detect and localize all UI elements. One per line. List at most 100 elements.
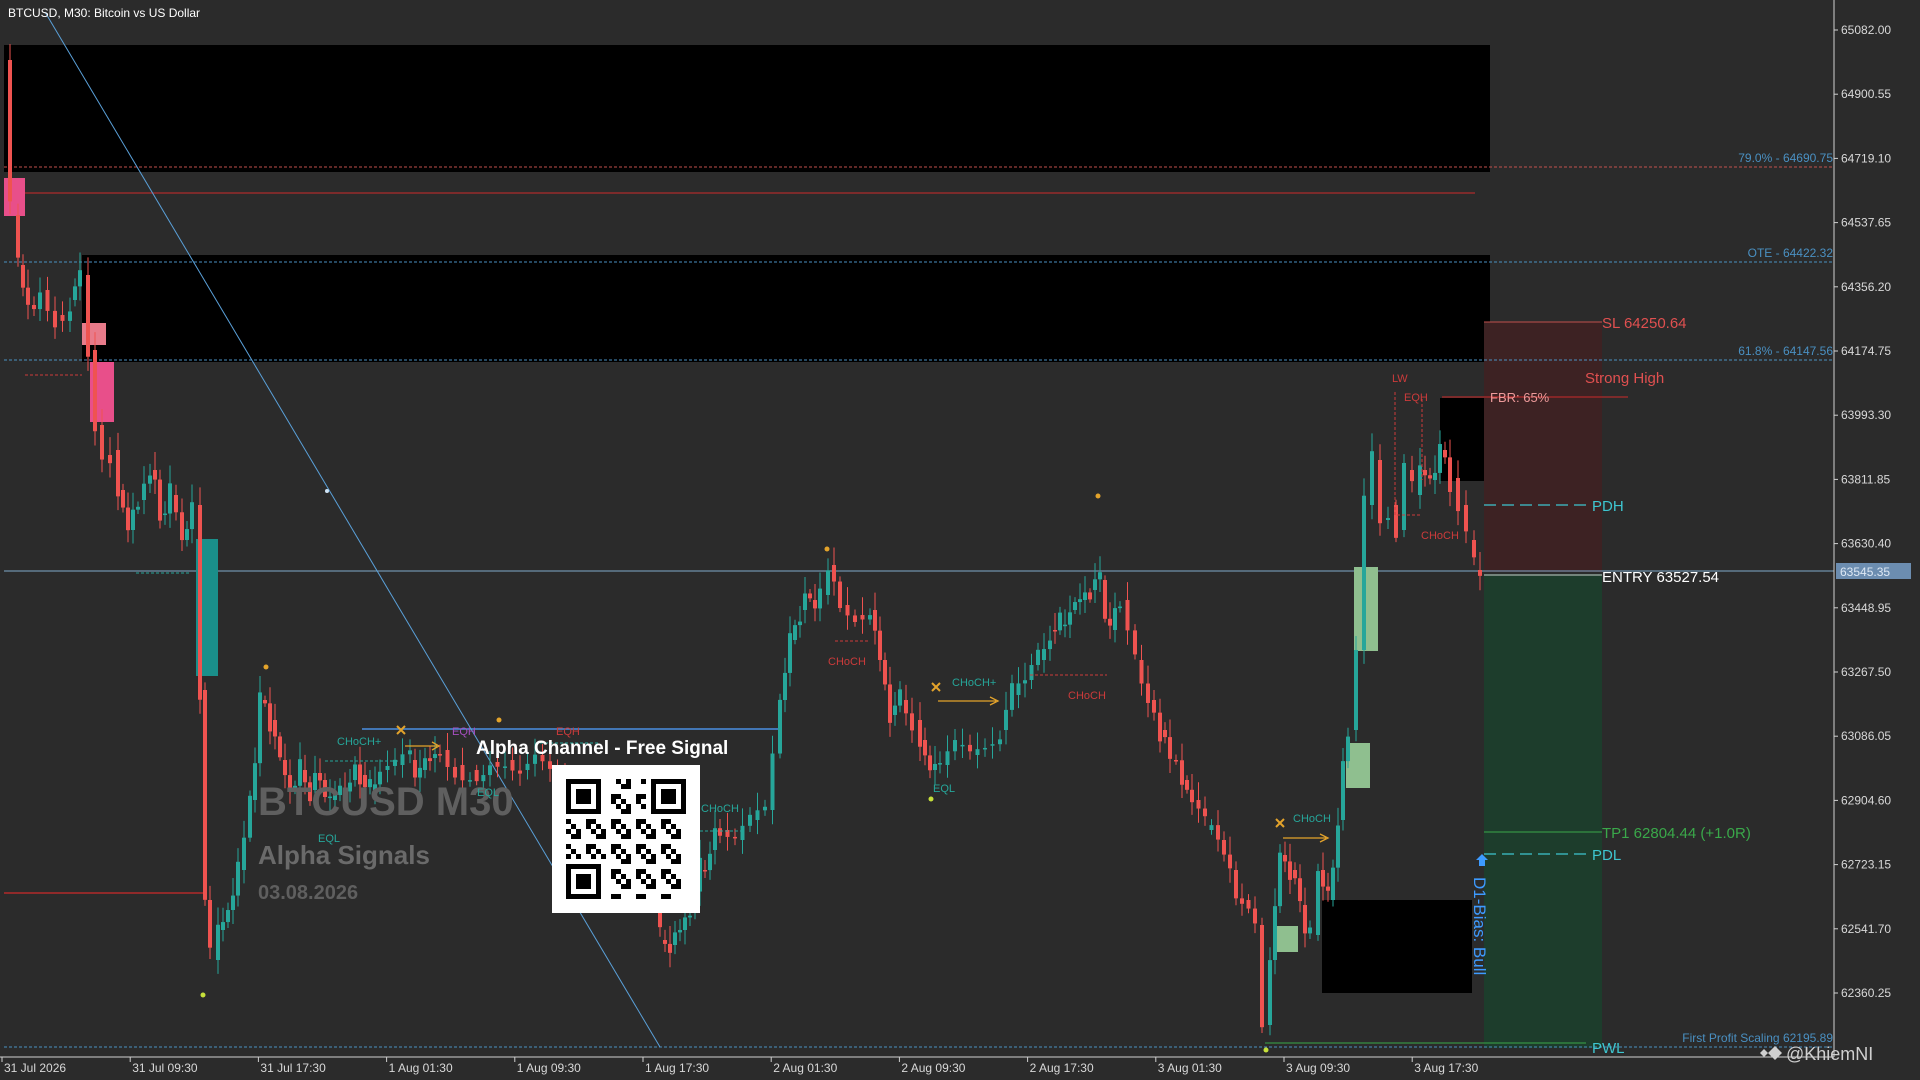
qr-module — [636, 819, 641, 824]
qr-module — [616, 819, 621, 824]
candle-body — [518, 770, 522, 774]
qr-module — [586, 844, 591, 849]
qr-module — [626, 859, 631, 864]
candle-body — [1410, 470, 1414, 482]
candle-body — [1004, 709, 1008, 730]
take-profit-zone — [1484, 574, 1602, 1048]
qr-module — [576, 834, 581, 839]
candle-body — [898, 689, 902, 706]
eql-label-3: EQL — [933, 783, 955, 795]
chart-title: BTCUSD, M30: Bitcoin vs US Dollar — [8, 6, 200, 20]
qr-module — [621, 849, 626, 854]
qr-module — [636, 799, 641, 804]
entry-label: ENTRY 63527.54 — [1602, 569, 1719, 586]
candle-body — [893, 705, 897, 715]
candle-body — [1042, 649, 1046, 660]
candle-body — [1185, 780, 1189, 790]
qr-module — [616, 794, 621, 799]
qr-module — [636, 844, 641, 849]
choch-label-4: CHoCH — [1293, 813, 1331, 825]
qr-module — [636, 894, 641, 899]
candle-body — [945, 751, 950, 765]
demand-zone-lower — [1322, 900, 1472, 993]
candle-body — [1125, 600, 1130, 631]
qr-module — [626, 804, 631, 809]
qr-module — [621, 784, 626, 789]
candle-body — [1058, 612, 1062, 631]
candle-body — [1316, 871, 1320, 935]
candle-body — [740, 825, 745, 840]
candle-body — [868, 615, 872, 620]
price-tick-label: 64356.20 — [1841, 280, 1891, 294]
candle-body — [1246, 900, 1251, 909]
candle-body — [60, 315, 65, 321]
candle-body — [1278, 852, 1282, 907]
price-tick-label: 63086.05 — [1841, 729, 1891, 743]
candle-body — [433, 754, 437, 758]
choch-plus-label-1: CHoCH+ — [337, 736, 381, 748]
candle-body — [1472, 540, 1476, 558]
qr-module — [661, 819, 666, 824]
candle-body — [400, 754, 405, 765]
candle-body — [1260, 925, 1264, 1028]
candle-body — [283, 760, 287, 776]
candle-body — [960, 744, 965, 747]
candle-body — [798, 621, 802, 626]
qr-module — [661, 849, 666, 854]
candle-body — [1174, 760, 1178, 762]
qr-module — [626, 884, 631, 889]
chart-canvas[interactable]: BTCUSD, M30: Bitcoin vs US Dollar BTCUSD… — [0, 0, 1920, 1080]
qr-module — [566, 819, 571, 824]
candle-body — [1234, 870, 1238, 899]
candle-body — [168, 483, 172, 514]
candle-body — [928, 755, 932, 771]
candle-body — [1386, 518, 1390, 520]
qr-module — [671, 874, 676, 879]
qr-module — [596, 824, 601, 829]
qr-module — [646, 834, 651, 839]
candle-body — [226, 910, 230, 923]
candle-body — [1222, 840, 1226, 855]
qr-module — [611, 844, 616, 849]
qr-module — [636, 794, 641, 799]
candle-body — [1196, 800, 1201, 809]
qr-module — [676, 834, 681, 839]
pwl-label: PWL — [1592, 1040, 1625, 1057]
candle-body — [190, 502, 194, 530]
price-tick-label: 63630.40 — [1841, 537, 1891, 551]
choch-label-2: CHoCH — [828, 656, 866, 668]
green-zone-3 — [1274, 926, 1298, 952]
candle-body — [116, 450, 120, 497]
candle-body — [953, 740, 957, 752]
candle-body — [1438, 444, 1442, 473]
qr-module — [626, 779, 631, 784]
tp1-label: TP1 62804.44 (+1.0R) — [1602, 825, 1751, 842]
candle-body — [1068, 612, 1072, 625]
price-tick-label: 64719.10 — [1841, 151, 1891, 165]
candle-body — [1203, 808, 1207, 817]
pink-zone-1 — [4, 178, 25, 216]
eqh-label-1: EQH — [452, 726, 476, 738]
candle-body — [1402, 462, 1406, 530]
strong-high-label: Strong High — [1585, 370, 1664, 387]
candle-body — [8, 60, 12, 202]
candle-body — [1370, 451, 1374, 505]
qr-module — [646, 859, 651, 864]
candle-body — [983, 747, 987, 750]
candle-body — [1016, 683, 1021, 695]
candle-body — [1190, 789, 1194, 803]
candle-body — [783, 672, 787, 700]
qr-module — [596, 849, 601, 854]
candle-body — [1293, 870, 1297, 879]
qr-module — [671, 834, 676, 839]
candle-body — [1088, 592, 1092, 600]
qr-module — [571, 824, 576, 829]
qr-module — [671, 849, 676, 854]
candle-body — [408, 750, 412, 755]
candle-body — [1288, 861, 1292, 880]
candle-body — [1083, 592, 1087, 600]
candle-body — [108, 455, 112, 464]
watermark-brand: Alpha Signals — [258, 840, 430, 870]
qr-module — [611, 824, 616, 829]
qr-module — [611, 869, 616, 874]
